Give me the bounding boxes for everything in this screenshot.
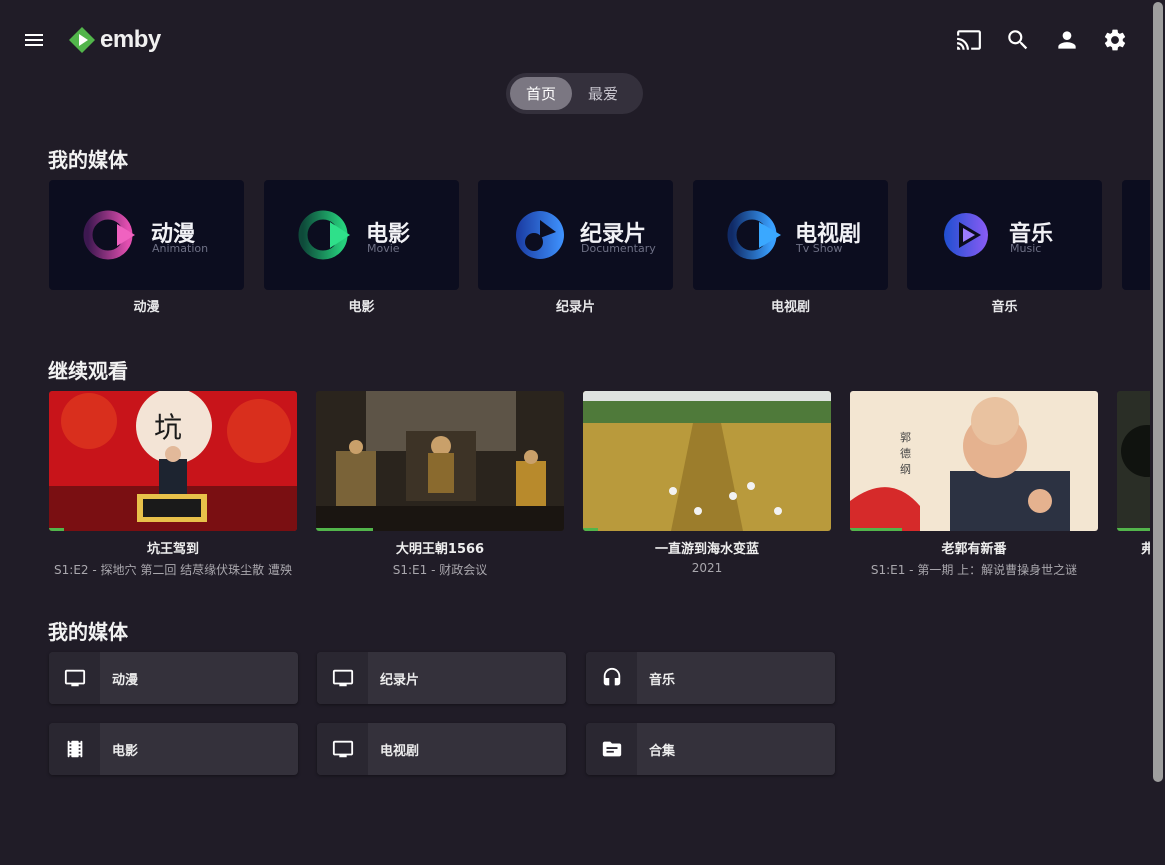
- tv-icon: [317, 652, 368, 704]
- svg-text:坑: 坑: [154, 411, 182, 444]
- settings-gear-icon[interactable]: [1102, 27, 1128, 53]
- media-label: 电影: [112, 743, 139, 759]
- section-title-my-media: 我的媒体: [48, 148, 128, 172]
- library-tiles-row: 动漫 Animation 动漫 电影 Movie 电影 纪录片 Document…: [49, 180, 1150, 330]
- library-tile-partial[interactable]: [1122, 180, 1150, 290]
- item-title: 坑王驾到: [146, 542, 199, 557]
- continue-watching-item[interactable]: 一直游到海水变蓝 2021: [583, 391, 831, 575]
- music-logo-icon: [944, 213, 988, 257]
- emby-logo[interactable]: emby: [68, 24, 161, 56]
- svg-text:纲: 纲: [900, 463, 911, 476]
- progress-bar: [850, 528, 903, 531]
- continue-watching-item[interactable]: 郭 德 纲 老郭有新番 S1:E1 - 第一期 上：解说曹操身世之谜: [850, 391, 1098, 578]
- user-icon[interactable]: [1054, 27, 1080, 53]
- library-card: 音乐 Music: [907, 180, 1102, 290]
- library-title-en: Animation: [152, 242, 209, 255]
- folder-icon: [586, 723, 637, 775]
- hamburger-menu-icon[interactable]: [22, 28, 46, 52]
- continue-watching-item[interactable]: 坑 坑王驾到 S1:E2 - 探地穴 第二回 结荩缘伏珠尘散 遭殃: [49, 391, 297, 578]
- emby-app: emby 首页 最爱 我的媒体 动漫 Animation 动漫 电影 Movie…: [0, 0, 1165, 865]
- library-title-en: Documentary: [581, 242, 656, 255]
- item-title: 弗: [1117, 538, 1150, 557]
- library-card: 动漫 Animation: [49, 180, 244, 290]
- svg-text:郭: 郭: [900, 431, 911, 444]
- media-label: 纪录片: [380, 672, 420, 688]
- library-tile-tv-show[interactable]: 电视剧 Tv Show 电视剧: [693, 180, 888, 315]
- media-button-animation[interactable]: 动漫: [49, 652, 298, 704]
- movie-logo-icon: [298, 210, 350, 260]
- library-title-en: Music: [1010, 242, 1042, 255]
- scrollbar-thumb[interactable]: [1153, 2, 1163, 782]
- item-subtitle: S1:E1 - 第一期 上：解说曹操身世之谜: [870, 563, 1078, 577]
- section-title-my-media-list: 我的媒体: [48, 620, 128, 644]
- tab-favorites[interactable]: 最爱: [572, 77, 634, 110]
- home-tabs: 首页 最爱: [506, 73, 643, 114]
- library-title-en: Movie: [367, 242, 400, 255]
- item-title: 老郭有新番: [941, 542, 1007, 557]
- media-label: 合集: [649, 743, 676, 759]
- progress-bar: [583, 528, 598, 531]
- media-button-documentary[interactable]: 纪录片: [317, 652, 566, 704]
- continue-watching-row: 坑 坑王驾到 S1:E2 - 探地穴 第二回 结荩缘伏珠尘散 遭殃 大明王朝15…: [49, 391, 1150, 581]
- library-caption: 电影: [348, 300, 375, 315]
- library-tile-music[interactable]: 音乐 Music 音乐: [907, 180, 1102, 315]
- tab-home[interactable]: 首页: [510, 77, 573, 110]
- top-header: emby: [0, 0, 1150, 80]
- library-card: [1122, 180, 1150, 290]
- library-tile-movie[interactable]: 电影 Movie 电影: [264, 180, 459, 315]
- library-card: 电影 Movie: [264, 180, 459, 290]
- library-caption: 音乐: [991, 300, 1018, 315]
- media-label: 电视剧: [380, 743, 420, 759]
- library-card: 纪录片 Documentary: [478, 180, 673, 290]
- tv-icon: [317, 723, 368, 775]
- continue-watching-item[interactable]: 大明王朝1566 S1:E1 - 财政会议: [316, 391, 564, 578]
- thumbnail-image: [316, 391, 564, 531]
- emby-logo-icon: [69, 27, 95, 53]
- media-button-collections[interactable]: 合集: [586, 723, 835, 775]
- animation-logo-icon: [83, 210, 135, 260]
- library-title-en: Tv Show: [796, 242, 843, 255]
- library-card: 电视剧 Tv Show: [693, 180, 888, 290]
- progress-bar: [316, 528, 374, 531]
- item-subtitle: 2021: [691, 561, 723, 575]
- vertical-scrollbar[interactable]: [1150, 0, 1165, 865]
- item-subtitle: S1:E1 - 财政会议: [392, 563, 488, 577]
- item-subtitle: S1:E2 - 探地穴 第二回 结荩缘伏珠尘散 遭殃: [54, 563, 292, 577]
- progress-bar: [1117, 528, 1150, 531]
- search-icon[interactable]: [1005, 27, 1031, 53]
- library-caption: 纪录片: [555, 300, 595, 315]
- library-tile-documentary[interactable]: 纪录片 Documentary 纪录片: [478, 180, 673, 315]
- thumbnail-image: 郭 德 纲: [850, 391, 1098, 531]
- thumbnail-image: 坑: [49, 391, 297, 531]
- item-title: 一直游到海水变蓝: [654, 542, 759, 557]
- section-title-continue-watching: 继续观看: [48, 359, 128, 383]
- thumbnail-image: [1117, 391, 1150, 531]
- thumbnail-image: [583, 391, 831, 531]
- film-icon: [49, 723, 100, 775]
- media-button-music[interactable]: 音乐: [586, 652, 835, 704]
- headphones-icon: [586, 652, 637, 704]
- progress-bar: [49, 528, 64, 531]
- svg-text:德: 德: [900, 446, 911, 460]
- library-caption: 电视剧: [770, 300, 810, 315]
- logo-text: emby: [100, 26, 161, 53]
- library-caption: 动漫: [133, 300, 160, 315]
- library-tile-animation[interactable]: 动漫 Animation 动漫: [49, 180, 244, 315]
- media-button-tv-show[interactable]: 电视剧: [317, 723, 566, 775]
- continue-watching-item[interactable]: 弗: [1117, 391, 1150, 557]
- media-label: 动漫: [112, 672, 139, 688]
- tv-icon: [49, 652, 100, 704]
- media-label: 音乐: [649, 672, 676, 688]
- cast-icon[interactable]: [956, 27, 982, 53]
- media-button-movie[interactable]: 电影: [49, 723, 298, 775]
- item-title: 大明王朝1566: [395, 542, 485, 557]
